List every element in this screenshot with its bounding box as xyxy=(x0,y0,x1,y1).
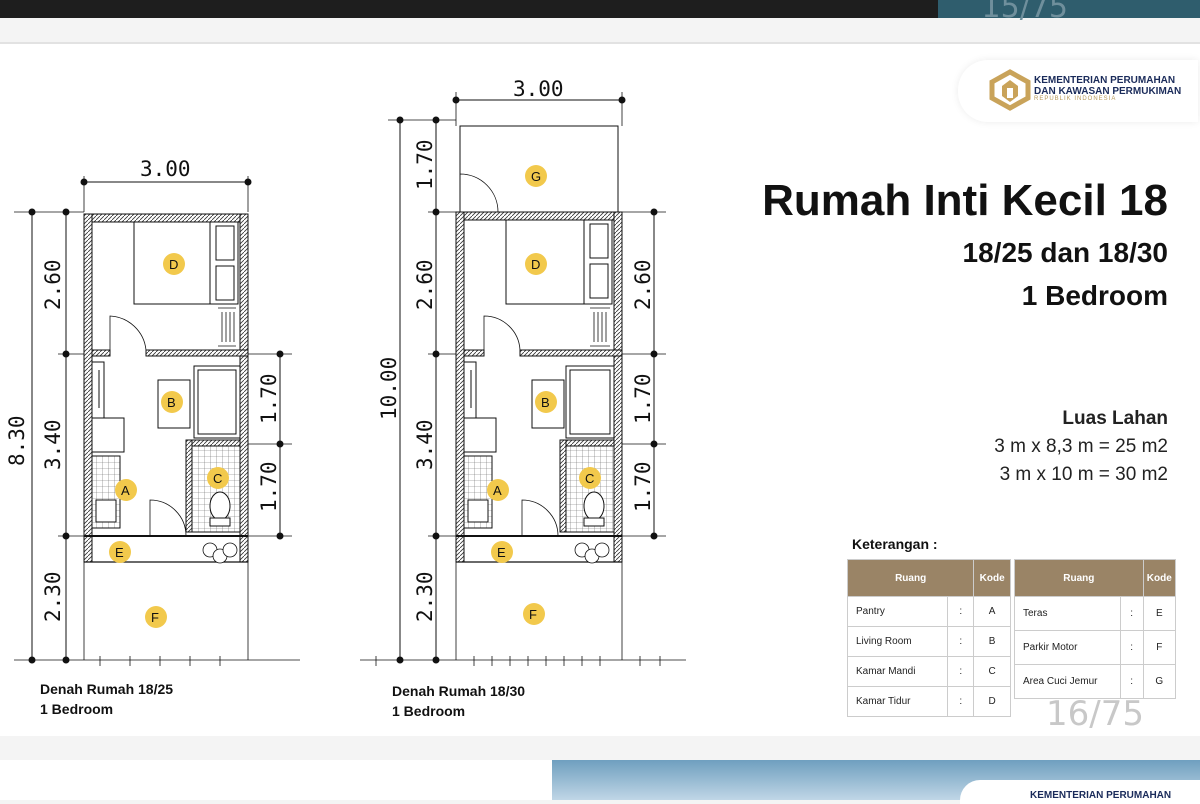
slide-subtitle-bedroom: 1 Bedroom xyxy=(1021,280,1168,311)
plan1-total-dim: 8.30 xyxy=(5,415,29,466)
luas-lahan-heading: Luas Lahan xyxy=(1062,408,1168,429)
plan2-width-dim: 3.00 xyxy=(513,77,564,101)
next-slide-strip: KEMENTERIAN PERUMAHAN xyxy=(0,760,1200,804)
plan2-dim-right-1-70-a: 1.70 xyxy=(631,373,655,424)
plan2-dim-right-2-60: 2.60 xyxy=(631,259,655,310)
plan2-caption: Denah Rumah 18/30 1 Bedroom xyxy=(392,681,525,721)
svg-text:C: C xyxy=(213,471,222,486)
legend-cell-kode: D xyxy=(973,686,1011,717)
plan1-room-A: A xyxy=(115,479,137,501)
legend-left-col-kode: Kode xyxy=(973,559,1011,597)
legend-table-left: Ruang Kode Pantry : A Living Room : B Ka… xyxy=(846,559,1011,717)
plan1-dim-1-70-a: 1.70 xyxy=(257,373,281,424)
next-slide-logo-text: KEMENTERIAN PERUMAHAN xyxy=(1030,790,1172,801)
plan1-dim-2-30: 2.30 xyxy=(41,571,65,622)
plan1-room-C: C xyxy=(207,467,229,489)
legend-cell-ruang: Kamar Mandi xyxy=(846,656,949,687)
svg-text:A: A xyxy=(121,483,130,498)
slide-subtitle-types: 18/25 dan 18/30 xyxy=(962,237,1168,268)
slide-title: Rumah Inti Kecil 18 xyxy=(762,176,1168,225)
plan2-dim-1-70: 1.70 xyxy=(413,139,437,190)
legend-cell-kode: A xyxy=(973,596,1011,627)
plan1-caption-subtitle: 1 Bedroom xyxy=(40,701,114,717)
plan1-room-E: E xyxy=(109,541,131,563)
svg-text:G: G xyxy=(531,169,541,184)
plan-18-25: 3.00 8.30 2.60 3.40 2.30 1.70 1.70 D B C… xyxy=(5,157,300,666)
table-row: Living Room : B xyxy=(846,626,1011,657)
plan2-room-C: C xyxy=(579,467,601,489)
svg-text:E: E xyxy=(115,545,124,560)
plan-18-30: 3.00 10.00 1.70 2.60 3.40 2.30 2.60 1.70… xyxy=(360,77,686,666)
svg-text:A: A xyxy=(493,483,502,498)
legend-cell-kode: G xyxy=(1142,664,1177,699)
table-row: Pantry : A xyxy=(846,596,1011,627)
plan2-caption-subtitle: 1 Bedroom xyxy=(392,703,466,719)
table-row: Kamar Mandi : C xyxy=(846,656,1011,687)
plan2-room-D: D xyxy=(525,253,547,275)
legend-right-col-kode: Kode xyxy=(1142,559,1177,597)
luas-lahan-line2: 3 m x 10 m = 30 m2 xyxy=(999,464,1168,485)
legend-cell-ruang: Parkir Motor xyxy=(1014,630,1121,665)
legend-cell-sep: : xyxy=(1119,596,1144,631)
table-row: Teras : E xyxy=(1014,596,1177,631)
svg-text:F: F xyxy=(151,610,159,625)
ministry-logo: KEMENTERIAN PERUMAHAN DAN KAWASAN PERMUK… xyxy=(958,60,1198,122)
plan2-room-E: E xyxy=(491,541,513,563)
plan1-caption: Denah Rumah 18/25 1 Bedroom xyxy=(40,679,173,719)
table-row: Kamar Tidur : D xyxy=(846,686,1011,717)
legend-table-right: Ruang Kode Teras : E Parkir Motor : F Ar… xyxy=(1014,559,1177,699)
plan2-caption-title: Denah Rumah 18/30 xyxy=(392,683,526,699)
legend-cell-ruang: Living Room xyxy=(846,626,949,657)
plan1-dim-1-70-b: 1.70 xyxy=(257,461,281,512)
legend-cell-ruang: Pantry xyxy=(846,596,949,627)
luas-lahan-line1: 3 m x 8,3 m = 25 m2 xyxy=(994,436,1168,457)
legend-heading: Keterangan : xyxy=(852,536,938,552)
svg-text:B: B xyxy=(167,395,176,410)
legend-cell-sep: : xyxy=(947,596,975,627)
plan2-room-G: G xyxy=(525,165,547,187)
plan1-room-D: D xyxy=(163,253,185,275)
svg-text:D: D xyxy=(531,257,540,272)
plan1-width-dim: 3.00 xyxy=(140,157,191,181)
legend-cell-sep: : xyxy=(947,686,975,717)
table-row: Parkir Motor : F xyxy=(1014,630,1177,665)
plan2-dim-2-60: 2.60 xyxy=(413,259,437,310)
legend-left-col-ruang: Ruang xyxy=(846,559,975,597)
plan1-room-B: B xyxy=(161,391,183,413)
plan2-room-A: A xyxy=(487,479,509,501)
logo-subtext: REPUBLIK INDONESIA xyxy=(1034,96,1117,102)
plan2-dim-right-1-70-b: 1.70 xyxy=(631,461,655,512)
logo-line1: KEMENTERIAN PERUMAHAN xyxy=(1034,75,1176,86)
page-indicator: 16/75 xyxy=(1046,694,1144,734)
plan1-caption-title: Denah Rumah 18/25 xyxy=(40,681,174,697)
svg-text:B: B xyxy=(541,395,550,410)
ministry-emblem-icon xyxy=(989,69,1031,111)
plan2-total-dim: 10.00 xyxy=(377,357,401,420)
plan2-room-F: F xyxy=(523,603,545,625)
plan2-room-B: B xyxy=(535,391,557,413)
svg-text:E: E xyxy=(497,545,506,560)
plan1-dim-2-60: 2.60 xyxy=(41,259,65,310)
legend-cell-kode: B xyxy=(973,626,1011,657)
legend-right-col-ruang: Ruang xyxy=(1014,559,1144,597)
legend-cell-kode: F xyxy=(1142,630,1177,665)
legend-cell-kode: E xyxy=(1142,596,1177,631)
legend-cell-sep: : xyxy=(947,656,975,687)
plan1-room-F: F xyxy=(145,606,167,628)
legend-cell-sep: : xyxy=(1119,630,1144,665)
plan1-dim-3-40: 3.40 xyxy=(41,419,65,470)
next-slide-logo: KEMENTERIAN PERUMAHAN xyxy=(960,780,1200,804)
legend-cell-sep: : xyxy=(947,626,975,657)
svg-text:D: D xyxy=(169,257,178,272)
plan2-dim-3-40: 3.40 xyxy=(413,419,437,470)
svg-text:C: C xyxy=(585,471,594,486)
legend-cell-kode: C xyxy=(973,656,1011,687)
svg-text:F: F xyxy=(529,607,537,622)
logo-text: KEMENTERIAN PERUMAHAN DAN KAWASAN PERMUK… xyxy=(1034,75,1181,97)
legend-cell-ruang: Kamar Tidur xyxy=(846,686,949,717)
plan2-dim-2-30: 2.30 xyxy=(413,571,437,622)
legend-cell-ruang: Teras xyxy=(1014,596,1121,631)
